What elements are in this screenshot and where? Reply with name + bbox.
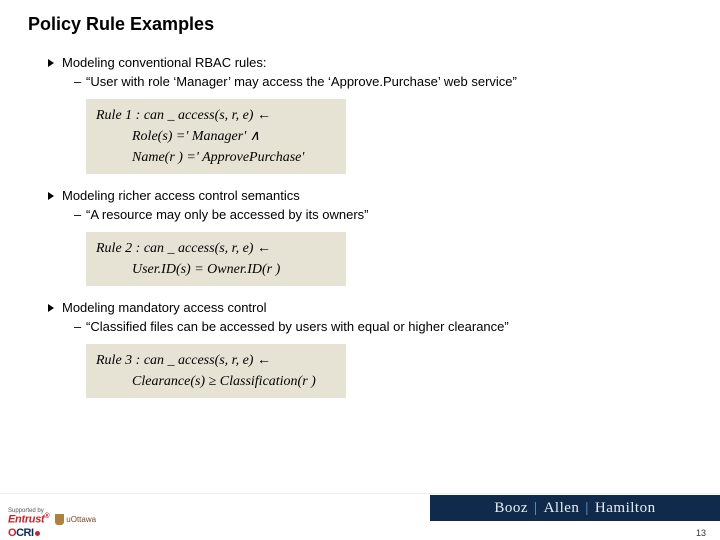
formula-line: Clearance(s) ≥ Classification(r ) [96, 371, 336, 392]
formula-rule1: Rule 1 : can _ access(s, r, e) ← Role(s)… [86, 99, 346, 174]
formula-line: Rule 2 : can _ access(s, r, e) ← [96, 241, 271, 256]
bullet-mac-sub: “Classified files can be accessed by use… [74, 319, 690, 334]
brand-part: Booz [494, 500, 528, 517]
slide: Policy Rule Examples Modeling convention… [0, 0, 720, 540]
separator-icon: | [528, 500, 544, 517]
bullet-richer: Modeling richer access control semantics [48, 188, 690, 203]
ocri-o: O [8, 527, 16, 539]
shield-icon [55, 514, 64, 525]
entrust-text: Entrust [8, 514, 44, 526]
dot-icon [35, 531, 40, 536]
footer: Supported by Entrust® uOttawa OCRI Booz … [0, 492, 720, 526]
separator-icon: | [579, 500, 595, 517]
formula-line: Rule 3 : can _ access(s, r, e) ← [96, 353, 271, 368]
bullet-rbac: Modeling conventional RBAC rules: [48, 55, 690, 70]
formula-rule3: Rule 3 : can _ access(s, r, e) ← Clearan… [86, 344, 346, 398]
formula-line: Role(s) =' Manager' ∧ [96, 126, 336, 147]
bullet-richer-sub: “A resource may only be accessed by its … [74, 207, 690, 222]
brand-part: Allen [544, 500, 580, 517]
formula-line: User.ID(s) = Owner.ID(r ) [96, 259, 336, 280]
formula-rule2: Rule 2 : can _ access(s, r, e) ← User.ID… [86, 232, 346, 286]
ocri-logo: OCRI [8, 527, 40, 539]
formula-line: Rule 1 : can _ access(s, r, e) ← [96, 108, 271, 123]
formula-line: Name(r ) =' ApprovePurchase' [96, 147, 336, 168]
entrust-logo: Entrust® [8, 513, 49, 526]
brand-part: Hamilton [595, 500, 656, 517]
page-number: 13 [696, 528, 706, 538]
slide-title: Policy Rule Examples [0, 0, 720, 35]
bullet-rbac-sub: “User with role ‘Manager’ may access the… [74, 74, 690, 89]
ocri-rest: CRI [16, 527, 33, 539]
slide-content: Modeling conventional RBAC rules: “User … [0, 35, 720, 408]
sponsor-logos: Entrust® uOttawa [8, 513, 96, 526]
bullet-mac: Modeling mandatory access control [48, 300, 690, 315]
uottawa-logo: uOttawa [55, 514, 96, 525]
sponsor-logos-row2: OCRI [8, 527, 40, 539]
brand-bar: Booz | Allen | Hamilton [430, 495, 720, 521]
uottawa-text: uOttawa [66, 515, 96, 524]
